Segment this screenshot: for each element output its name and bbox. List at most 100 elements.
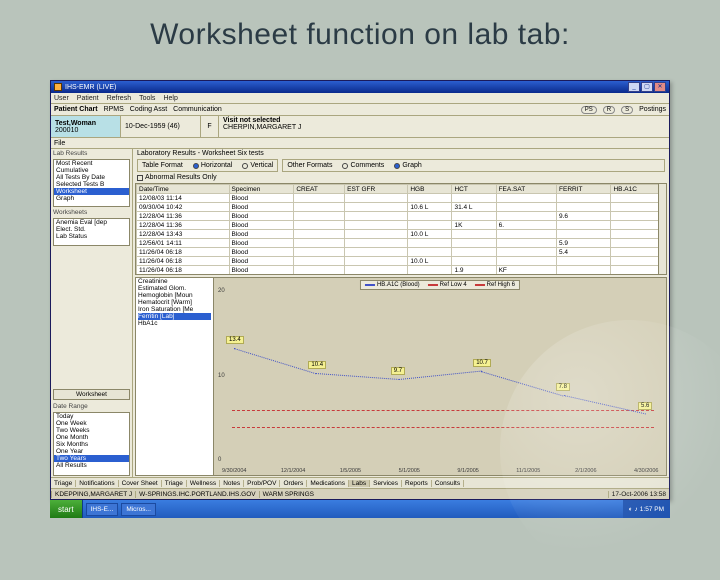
table-row[interactable]: 12/28/04 11:36Blood1K6.: [137, 221, 666, 230]
column-header[interactable]: HGB: [408, 185, 452, 194]
postings-pill[interactable]: PS: [581, 106, 597, 114]
menu-item[interactable]: User: [54, 95, 69, 102]
tab-notifications[interactable]: Notifications: [76, 480, 118, 487]
list-item[interactable]: Graph: [54, 195, 129, 202]
table-row[interactable]: 12/56/01 14:11Blood5.9: [137, 239, 666, 248]
column-header[interactable]: CREAT: [294, 185, 345, 194]
table-cell: Blood: [229, 230, 294, 239]
taskbar-task[interactable]: Micros...: [121, 503, 156, 516]
tray-icon[interactable]: ◐: [629, 506, 633, 513]
menu-item[interactable]: Refresh: [107, 95, 132, 102]
maximize-button[interactable]: ▢: [641, 82, 653, 92]
check-abnormal[interactable]: Abnormal Results Only: [137, 174, 217, 181]
postings-pill[interactable]: R: [603, 106, 615, 114]
tab-wellness[interactable]: Wellness: [187, 480, 220, 487]
strip-item[interactable]: Communication: [173, 106, 222, 113]
menu-item[interactable]: Tools: [139, 95, 155, 102]
system-tray[interactable]: ◐ ♪ 1:57 PM: [623, 500, 670, 518]
list-item[interactable]: Elect. Std.: [54, 226, 129, 233]
strip-item[interactable]: RPMS: [104, 106, 124, 113]
table-row[interactable]: 11/26/04 06:18Blood5.4: [137, 248, 666, 257]
strip-item[interactable]: Coding Asst: [130, 106, 167, 113]
list-item[interactable]: Estimated Glom.: [138, 285, 211, 292]
tab-medications[interactable]: Medications: [307, 480, 349, 487]
radio-graph[interactable]: Graph: [394, 162, 421, 169]
radio-comments[interactable]: Comments: [342, 162, 384, 169]
list-item-selected[interactable]: Two Years: [54, 455, 129, 462]
otherformat-label: Other Formats: [287, 162, 332, 169]
list-item[interactable]: All Results: [54, 462, 129, 469]
list-item[interactable]: Most Recent: [54, 160, 129, 167]
column-header[interactable]: FERRIT: [557, 185, 611, 194]
list-item[interactable]: Today: [54, 413, 129, 420]
list-item[interactable]: One Week: [54, 420, 129, 427]
table-cell: [496, 239, 556, 248]
tab-consults[interactable]: Consults: [432, 480, 464, 487]
table-cell: KF: [496, 266, 556, 275]
table-row[interactable]: 09/30/04 10:42Blood10.6 L31.4 L: [137, 203, 666, 212]
tab-reports[interactable]: Reports: [402, 480, 432, 487]
list-item[interactable]: Cumulative: [54, 167, 129, 174]
list-item[interactable]: HbA1c: [138, 320, 211, 327]
column-header[interactable]: Specimen: [229, 185, 294, 194]
tab-notes[interactable]: Notes: [220, 480, 244, 487]
tab-orders[interactable]: Orders: [280, 480, 307, 487]
list-item[interactable]: Creatinine: [138, 278, 211, 285]
tab-labs[interactable]: Labs: [349, 480, 370, 487]
daterange-list[interactable]: Today One Week Two Weeks One Month Six M…: [53, 412, 130, 476]
tray-icon[interactable]: ♪: [635, 506, 638, 513]
tab-triage[interactable]: Triage: [162, 480, 187, 487]
table-row[interactable]: 12/28/04 11:36Blood9.6: [137, 212, 666, 221]
tab-triage[interactable]: Triage: [51, 480, 76, 487]
column-header[interactable]: EST GFR: [345, 185, 408, 194]
list-item[interactable]: Anemia Eval [dep: [54, 219, 129, 226]
close-button[interactable]: ✕: [654, 82, 666, 92]
column-header[interactable]: Date/Time: [137, 185, 230, 194]
list-item[interactable]: One Month: [54, 434, 129, 441]
taskbar-task[interactable]: IHS-E...: [86, 503, 119, 516]
tab-services[interactable]: Services: [370, 480, 402, 487]
data-point-label: 10.4: [308, 361, 326, 369]
list-item[interactable]: Selected Tests B: [54, 181, 129, 188]
graph-test-list[interactable]: Creatinine Estimated Glom. Hemoglobin [M…: [136, 278, 214, 475]
list-item[interactable]: One Year: [54, 448, 129, 455]
table-row[interactable]: 11/26/04 06:18Blood10.0 L: [137, 257, 666, 266]
list-item[interactable]: Hemoglobin [Moun: [138, 292, 211, 299]
list-item[interactable]: Iron Saturation [Me: [138, 306, 211, 313]
list-item-selected[interactable]: Ferritin [Lab]: [138, 313, 211, 320]
worksheet-button[interactable]: Worksheet: [53, 389, 130, 400]
postings-pill[interactable]: S: [621, 106, 633, 114]
views-list[interactable]: Most Recent Cumulative All Tests By Date…: [53, 159, 130, 207]
patient-name-cell[interactable]: Test,Woman 200010: [51, 116, 121, 137]
scrollbar-vertical[interactable]: [658, 184, 666, 274]
minimize-button[interactable]: _: [628, 82, 640, 92]
list-item[interactable]: All Tests By Date: [54, 174, 129, 181]
table-row[interactable]: 12/08/03 11:14Blood: [137, 194, 666, 203]
radio-vertical[interactable]: Vertical: [242, 162, 273, 169]
column-header[interactable]: FEA.SAT: [496, 185, 556, 194]
table-cell: [345, 230, 408, 239]
visit-cell[interactable]: Visit not selected CHERPIN,MARGARET J: [219, 116, 669, 137]
list-item[interactable]: Lab Status: [54, 233, 129, 240]
menu-item[interactable]: Help: [163, 95, 177, 102]
radio-horizontal[interactable]: Horizontal: [193, 162, 233, 169]
start-button[interactable]: start: [50, 500, 83, 518]
column-header[interactable]: HCT: [452, 185, 496, 194]
table-row[interactable]: 11/26/04 06:18Blood1.9KF: [137, 266, 666, 275]
menu-item[interactable]: Patient: [77, 95, 99, 102]
list-item[interactable]: Hematocrit [Warm]: [138, 299, 211, 306]
tab-prob-pov[interactable]: Prob/POV: [244, 480, 280, 487]
table-cell: [345, 239, 408, 248]
left-column: Lab Results Most Recent Cumulative All T…: [51, 149, 133, 477]
testgroups-list[interactable]: Anemia Eval [dep Elect. Std. Lab Status: [53, 218, 130, 246]
table-row[interactable]: 12/28/04 13:43Blood10.0 L: [137, 230, 666, 239]
list-item[interactable]: Two Weeks: [54, 427, 129, 434]
list-item-selected[interactable]: Worksheet: [54, 188, 129, 195]
tab-cover-sheet[interactable]: Cover Sheet: [119, 480, 162, 487]
table-cell: Blood: [229, 221, 294, 230]
file-menu[interactable]: File: [54, 140, 65, 147]
list-item[interactable]: Six Months: [54, 441, 129, 448]
chart-area[interactable]: 010209/30/200412/1/20041/5/20055/1/20059…: [214, 278, 666, 475]
results-grid[interactable]: Date/TimeSpecimenCREATEST GFRHGBHCTFEA.S…: [135, 183, 667, 275]
table-cell: 10.6 L: [408, 203, 452, 212]
